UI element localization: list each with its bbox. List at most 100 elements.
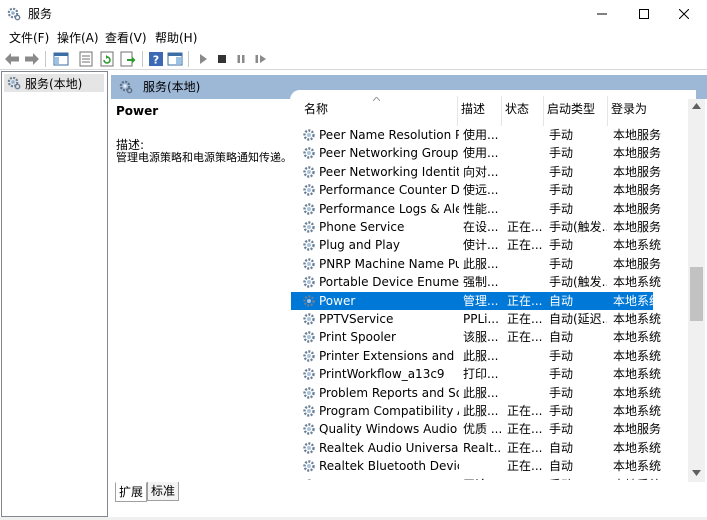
cell-logon: 本地系统 (613, 404, 662, 418)
maximize-icon (639, 9, 649, 19)
export-list-button[interactable] (119, 50, 137, 68)
cell-desc: 管理... (463, 293, 499, 308)
forward-button[interactable] (23, 50, 41, 68)
help-button[interactable]: ? (147, 50, 165, 68)
cell-startup: 手动(触发... (549, 275, 607, 290)
column-separator[interactable] (501, 96, 502, 126)
menu-file[interactable]: 文件(F) (9, 30, 49, 46)
cell-desc: 此服... (463, 256, 499, 271)
service-gear-icon (303, 442, 315, 454)
service-row[interactable]: Plug and Play 使计... 正在... 手动 本地系统 (291, 236, 696, 254)
cell-logon: 本地服务 (613, 183, 662, 198)
tree-item-services-local[interactable]: 服务(本地) (4, 74, 104, 92)
service-gear-icon (303, 423, 315, 436)
service-row[interactable]: Realtek Bluetooth Device ... 正在... 自动 本地系统 (291, 457, 696, 475)
service-row[interactable]: Peer Name Resolution Pro... 使用... 手动 本地服务 (291, 126, 696, 144)
cell-name: Remote Access Auto Conn... (319, 476, 459, 480)
services-list[interactable]: 名称 描述 状态 启动类型 登录为 Peer Name Resolution P… (290, 90, 696, 480)
restart-service-button[interactable] (252, 50, 270, 68)
column-header-description[interactable]: 描述 (461, 102, 485, 116)
scroll-up-icon[interactable] (692, 103, 701, 109)
service-row[interactable]: Peer Networking Grouping 使用... 手动 本地服务 (291, 144, 696, 162)
column-separator[interactable] (457, 96, 458, 126)
column-header-separator[interactable] (543, 96, 544, 126)
show-action-pane-button[interactable] (166, 50, 184, 68)
tab-standard[interactable]: 标准 (147, 482, 180, 501)
service-gear-icon (303, 184, 315, 196)
cell-name: Peer Networking Identity ... (319, 164, 459, 179)
cell-logon: 本地系统 (613, 238, 662, 253)
back-button[interactable] (3, 50, 21, 68)
service-row[interactable]: Print Spooler 该服... 正在... 自动 本地系统 (291, 328, 696, 346)
stop-service-button[interactable] (213, 50, 231, 68)
column-header-logon-as[interactable]: 登录为 (611, 102, 647, 116)
menu-view[interactable]: 查看(V) (105, 30, 147, 46)
vertical-scrollbar[interactable] (688, 99, 705, 482)
scroll-down-icon[interactable] (692, 470, 701, 476)
menu-action[interactable]: 操作(A) (57, 30, 99, 46)
toolbar: ? (0, 48, 707, 70)
console-tree-icon (53, 52, 69, 66)
cell-status: 正在... (507, 422, 543, 437)
minimize-icon (597, 13, 607, 15)
cell-logon: 本地系统 (613, 330, 662, 345)
service-row[interactable]: Realtek Audio Universal Se... Realt... 正在.… (291, 439, 696, 457)
cell-startup: 自动(延迟... (549, 312, 607, 326)
minimize-button[interactable] (579, 0, 625, 28)
service-row[interactable]: PrintWorkflow_a13c9 打印... 手动 本地系统 (291, 365, 696, 383)
cell-name: Realtek Bluetooth Device ... (319, 459, 459, 474)
column-separator[interactable] (607, 96, 608, 126)
menu-help[interactable]: 帮助(H) (155, 30, 197, 46)
cell-status: 正在... (507, 330, 543, 345)
title-bar[interactable]: 服务 (0, 0, 707, 28)
toolbar-separator (45, 51, 46, 67)
close-button[interactable] (661, 0, 707, 28)
cell-desc: Realt... (463, 440, 501, 455)
refresh-button[interactable] (98, 50, 116, 68)
cell-name: Performance Logs & Alerts (319, 201, 459, 216)
properties-button[interactable] (77, 50, 95, 68)
service-row[interactable]: Remote Access Auto Conn... 无论... 手动 本地系统 (291, 476, 696, 480)
cell-name: Peer Networking Grouping (319, 146, 459, 161)
cell-startup: 手动 (549, 422, 574, 437)
cell-logon: 本地系统 (613, 476, 673, 480)
service-row[interactable]: Problem Reports and Solut... 此服... 手动 本地系统 (291, 384, 696, 402)
cell-startup: 自动 (549, 293, 574, 308)
service-row[interactable]: PNRP Machine Name Publ... 此服... 手动 本地服务 (291, 255, 696, 273)
show-console-tree-button[interactable] (52, 50, 70, 68)
scrollbar-thumb[interactable] (690, 267, 703, 321)
view-tabs: 扩展 标准 (111, 482, 707, 520)
cell-name: Printer Extensions and Noti... (319, 348, 459, 363)
service-row[interactable]: Power 管理... 正在... 自动 本地系统 (291, 291, 661, 310)
services-pane: 服务(本地) Power 描述: 管理电源策略和电源策略通知传递。 名称 描述 … (111, 71, 707, 520)
start-service-button[interactable] (194, 50, 212, 68)
service-row[interactable]: Printer Extensions and Noti... 此服... 手动 本地系… (291, 347, 696, 365)
service-gear-icon (303, 147, 315, 160)
forward-arrow-icon (25, 53, 39, 65)
cell-logon: 本地系统 (613, 385, 662, 400)
service-row[interactable]: Portable Device Enumerat... 强制... 手动(触发...… (291, 273, 696, 291)
service-row[interactable]: Performance Counter DLL ... 使远... 手动 本地服务 (291, 181, 696, 199)
cell-logon: 本地系统 (613, 440, 662, 455)
selected-service-name: Power (116, 104, 159, 118)
cell-logon: 本地系统 (613, 275, 662, 290)
column-header-startup-type[interactable]: 启动类型 (547, 102, 595, 116)
service-row[interactable]: Performance Logs & Alerts 性能... 手动 本地服务 (291, 200, 696, 218)
cell-desc: 在设... (463, 220, 499, 234)
pause-service-button[interactable] (232, 50, 250, 68)
service-row[interactable]: Quality Windows Audio Vi... 优质 ... 正在... 手动… (291, 420, 696, 438)
service-row[interactable]: Program Compatibility Assi... 此服... 正在... 手… (291, 402, 696, 420)
cell-startup: 手动 (549, 367, 574, 382)
column-header-status[interactable]: 状态 (505, 102, 529, 116)
cell-logon: 本地服务 (613, 164, 662, 179)
tab-extended[interactable]: 扩展 (115, 482, 148, 502)
service-row[interactable]: Phone Service 在设... 正在... 手动(触发... 本地服务 (291, 218, 696, 236)
services-gear-icon (119, 80, 133, 94)
cell-name: Program Compatibility Assi... (319, 404, 459, 418)
cell-logon: 本地系统 (613, 293, 662, 308)
close-icon (679, 9, 689, 19)
column-header-name[interactable]: 名称 (304, 102, 328, 116)
cell-startup: 手动 (549, 238, 574, 253)
service-row[interactable]: Peer Networking Identity ... 向对... 手动 本地服务 (291, 163, 696, 181)
service-row[interactable]: PPTVService PPLi... 正在... 自动(延迟... 本地系统 (291, 310, 696, 328)
